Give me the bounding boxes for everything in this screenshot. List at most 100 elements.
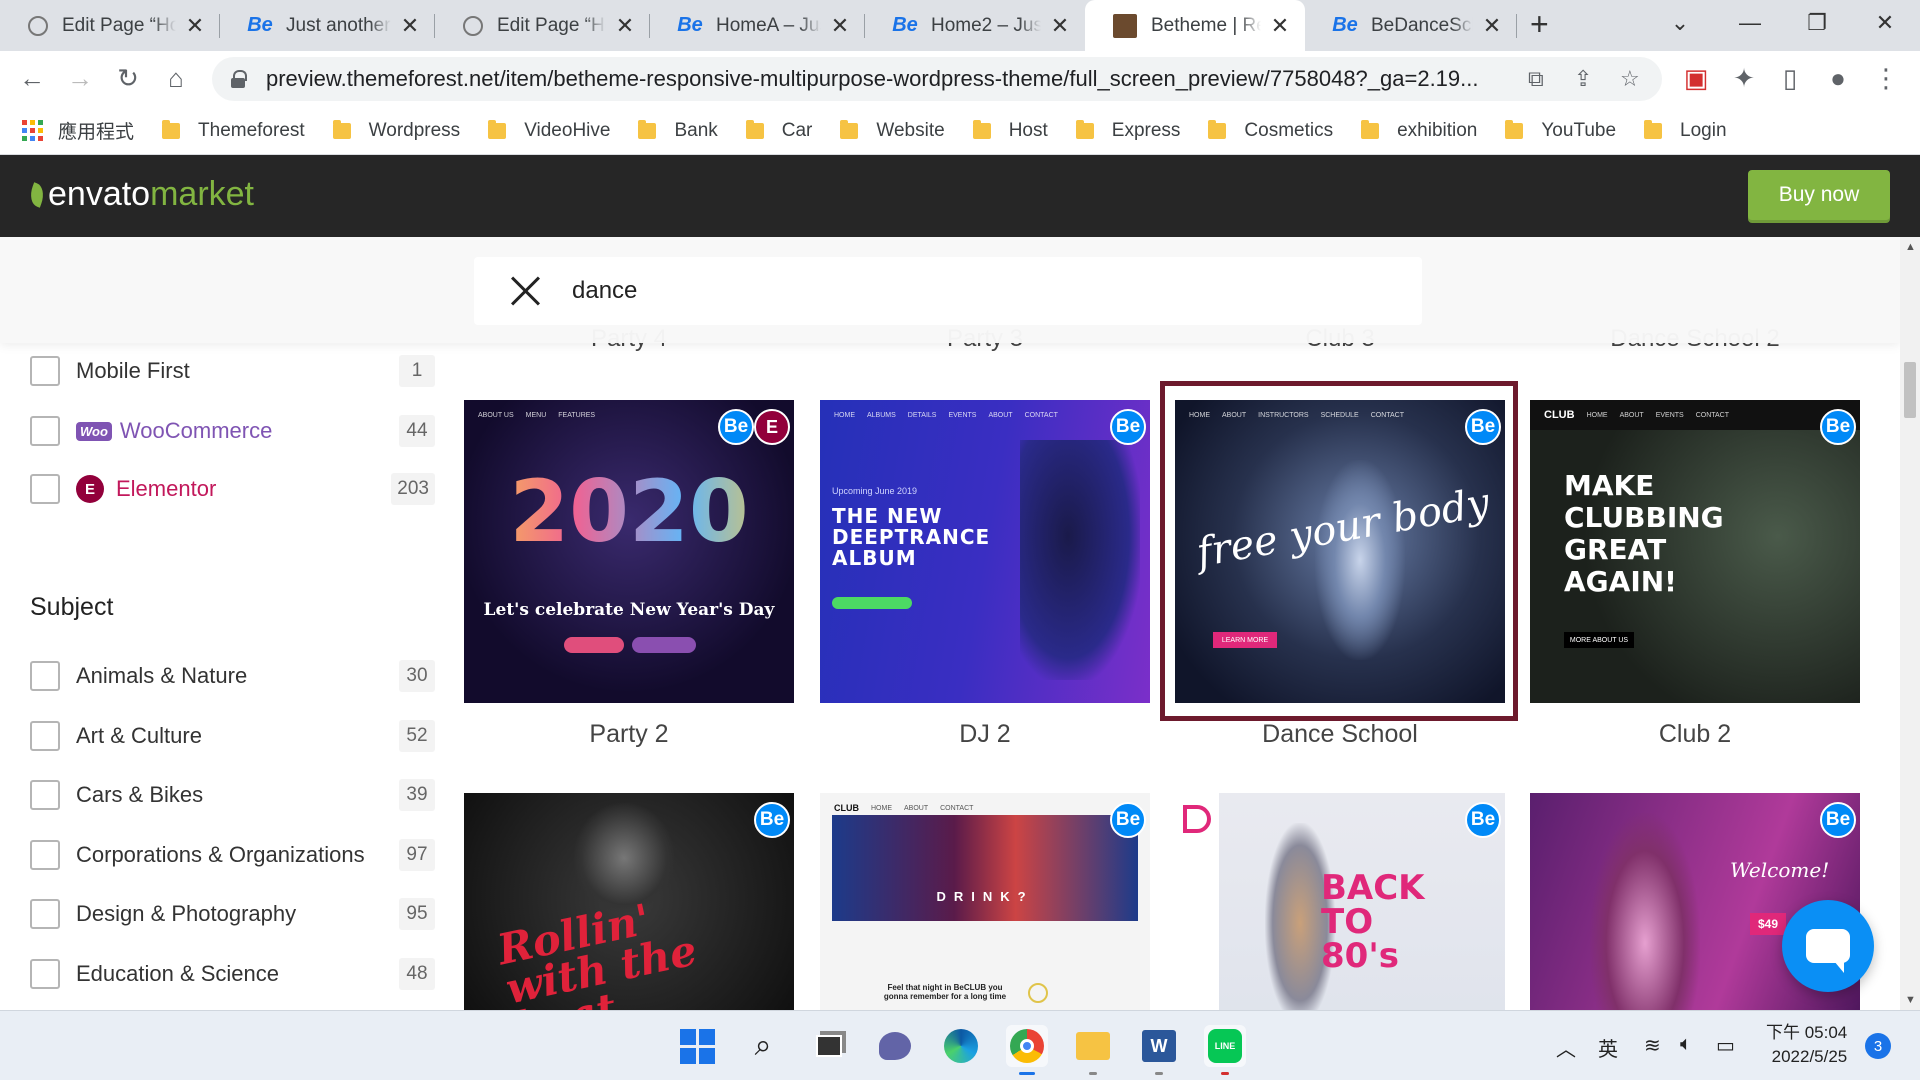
checkbox[interactable] (30, 899, 60, 929)
pdf-extension-icon[interactable]: ▣ (1680, 63, 1712, 94)
battery-icon[interactable]: ▭ (1716, 1033, 1735, 1058)
side-panel-icon[interactable]: ▯ (1774, 63, 1806, 94)
scroll-thumb[interactable] (1904, 362, 1916, 418)
checkbox[interactable] (30, 840, 60, 870)
close-tab-icon[interactable]: ✕ (829, 13, 851, 39)
home-icon[interactable]: ⌂ (160, 63, 192, 94)
scroll-up-icon[interactable]: ▲ (1905, 241, 1916, 253)
close-tab-icon[interactable]: ✕ (1049, 13, 1071, 39)
menu-dots-icon[interactable]: ⋮ (1870, 63, 1902, 94)
product-title[interactable]: Dance School (1175, 720, 1505, 749)
product-title[interactable]: Club 2 (1530, 720, 1860, 749)
profile-avatar-icon[interactable]: ● (1822, 63, 1854, 94)
bookmark-folder[interactable]: Cosmetics (1208, 119, 1333, 142)
ime-indicator[interactable]: 英 (1598, 1033, 1618, 1062)
new-tab-icon[interactable]: + (1530, 6, 1549, 43)
checkbox[interactable] (30, 959, 60, 989)
chrome-icon[interactable] (1006, 1025, 1048, 1075)
envato-logo[interactable]: envato market (26, 175, 254, 214)
close-tab-icon[interactable]: ✕ (184, 13, 206, 39)
close-tab-icon[interactable]: ✕ (399, 13, 421, 39)
chat-button[interactable] (1782, 900, 1874, 992)
minimize-icon[interactable]: — (1715, 0, 1785, 45)
browser-tab-active[interactable]: Betheme | Resp ✕ (1085, 0, 1305, 51)
product-thumbnail[interactable]: HOME ALBUMS DETAILS EVENTS ABOUT CONTACT Upco… (820, 400, 1150, 703)
close-tab-icon[interactable]: ✕ (614, 13, 636, 39)
bookmark-folder[interactable]: Themeforest (162, 119, 305, 142)
edge-icon[interactable] (940, 1025, 982, 1067)
notification-badge[interactable]: 3 (1865, 1033, 1891, 1059)
checkbox[interactable] (30, 721, 60, 751)
bookmark-folder[interactable]: VideoHive (488, 119, 610, 142)
word-icon[interactable]: W (1138, 1025, 1180, 1075)
filter-elementor[interactable]: E Elementor 203 (30, 471, 435, 507)
filter-subject[interactable]: Design & Photography 95 (30, 896, 435, 932)
buy-now-button[interactable]: Buy now (1748, 170, 1890, 220)
tab-search-icon[interactable]: ⌄ (1645, 0, 1715, 45)
product-thumbnail[interactable]: BACK TO 80's (1175, 793, 1505, 1010)
close-tab-icon[interactable]: ✕ (1481, 13, 1503, 39)
browser-tab[interactable]: Be HomeA – Just ✕ (650, 0, 865, 51)
task-view-icon[interactable] (808, 1025, 850, 1067)
product-thumbnail[interactable]: Rollin' with the beat (464, 793, 794, 1010)
browser-tab[interactable]: Edit Page “Home ✕ (435, 0, 650, 51)
product-title[interactable]: Party 2 (464, 720, 794, 749)
translate-icon[interactable]: ⧉ (1528, 66, 1544, 92)
product-title[interactable]: DJ 2 (820, 720, 1150, 749)
bookmark-folder[interactable]: Bank (638, 119, 718, 142)
product-thumbnail[interactable]: HOME ABOUT INSTRUCTORS SCHEDULE CONTACT free… (1175, 400, 1505, 703)
filter-subject[interactable]: Cars & Bikes 39 (30, 777, 435, 813)
wifi-icon[interactable]: ≋ (1644, 1033, 1661, 1058)
bookmark-folder[interactable]: Car (745, 119, 812, 142)
bookmark-star-icon[interactable]: ☆ (1620, 66, 1640, 92)
filter-mobile-first[interactable]: Mobile First 1 (30, 353, 435, 389)
teams-chat-icon[interactable] (874, 1025, 916, 1067)
lock-icon[interactable] (230, 70, 247, 88)
tray-overflow-icon[interactable]: ︿ (1556, 1033, 1576, 1062)
filter-subject[interactable]: Animals & Nature 30 (30, 658, 435, 694)
checkbox[interactable] (30, 356, 60, 386)
checkbox[interactable] (30, 661, 60, 691)
bookmark-folder[interactable]: YouTube (1505, 119, 1616, 142)
back-icon[interactable]: ← (16, 63, 48, 94)
address-bar[interactable]: preview.themeforest.net/item/betheme-res… (212, 57, 1662, 101)
windows-start-icon[interactable] (676, 1025, 718, 1067)
filter-subject[interactable]: Art & Culture 52 (30, 718, 435, 754)
browser-tab[interactable]: Edit Page “Home ✕ (0, 0, 220, 51)
bookmark-folder[interactable]: Wordpress (332, 119, 460, 142)
filter-subject[interactable]: Corporations & Organizations 97 (30, 837, 435, 873)
bookmark-folder[interactable]: Website (840, 119, 945, 142)
forward-icon[interactable]: → (64, 63, 96, 94)
bookmark-folder[interactable]: Express (1075, 119, 1180, 142)
file-explorer-icon[interactable] (1072, 1025, 1114, 1075)
volume-icon[interactable]: 🔈︎ (1680, 1033, 1692, 1056)
search-icon[interactable]: ⌕ (742, 1025, 784, 1067)
share-icon[interactable]: ⇪ (1574, 66, 1592, 92)
filter-subject[interactable]: Education & Science 48 (30, 956, 435, 992)
browser-tab[interactable]: Be Home2 – Just ✕ (865, 0, 1085, 51)
page-scrollbar[interactable]: ▲ ▼ (1900, 237, 1920, 1010)
product-thumbnail[interactable]: ABOUT US MENU FEATURES 2020 Let's celebrat… (464, 400, 794, 703)
bookmark-folder[interactable]: exhibition (1361, 119, 1477, 142)
close-tab-icon[interactable]: ✕ (1269, 13, 1291, 39)
close-window-icon[interactable]: ✕ (1850, 0, 1920, 45)
bookmark-folder[interactable]: Host (972, 119, 1048, 142)
bookmark-folder[interactable]: Login (1644, 119, 1727, 142)
browser-tab[interactable]: Be BeDanceScho ✕ (1305, 0, 1517, 51)
filter-woocommerce[interactable]: Woo WooCommerce 44 (30, 413, 435, 449)
product-thumbnail[interactable]: CLUB HOME ABOUT EVENTS CONTACT MAKE CLUBBING… (1530, 400, 1860, 703)
close-search-icon[interactable] (508, 274, 542, 308)
checkbox[interactable] (30, 474, 60, 504)
clock[interactable]: 下午 05:04 2022/5/25 (1766, 1021, 1847, 1069)
search-input[interactable] (572, 277, 1272, 305)
bookmark-apps[interactable]: 應用程式 (22, 117, 134, 144)
product-thumbnail[interactable]: CLUB HOME ABOUT CONTACT DRINK? Feel that ni… (820, 793, 1150, 1010)
checkbox[interactable] (30, 416, 60, 446)
checkbox[interactable] (30, 780, 60, 810)
reload-icon[interactable]: ↻ (112, 63, 144, 94)
browser-tab[interactable]: Be Just another W ✕ (220, 0, 435, 51)
restore-icon[interactable]: ❐ (1782, 0, 1852, 45)
scroll-down-icon[interactable]: ▼ (1905, 994, 1916, 1006)
line-icon[interactable]: LINE (1204, 1025, 1246, 1075)
extensions-icon[interactable]: ✦ (1728, 63, 1760, 94)
